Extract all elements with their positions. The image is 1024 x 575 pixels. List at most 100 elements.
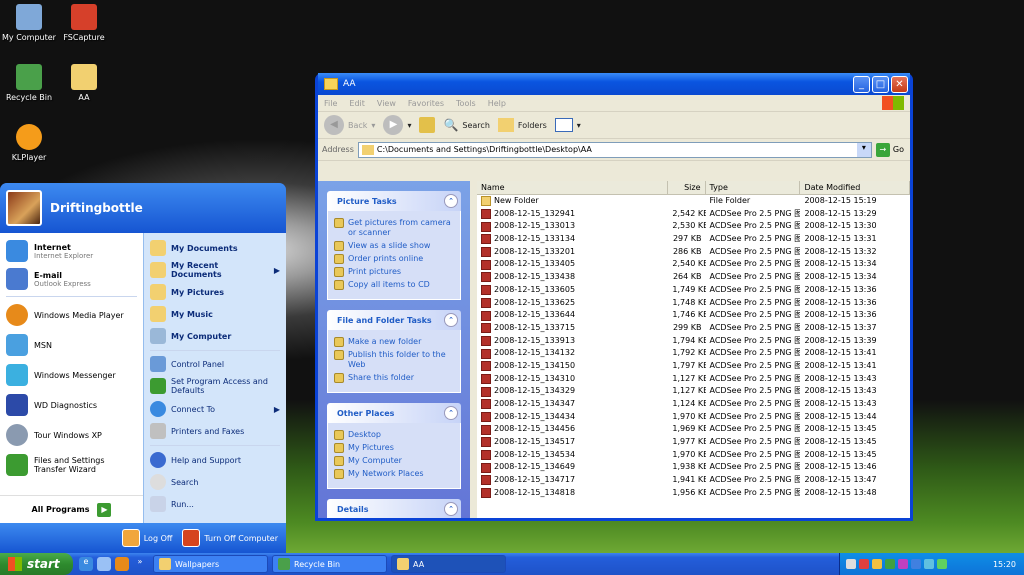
table-row[interactable]: 2008-12-15_134456 1,969 KB ACDSee Pro 2.5 … [477, 423, 910, 436]
tray-antivirus-icon[interactable] [859, 559, 869, 569]
desktop-quicklaunch-icon[interactable] [97, 557, 111, 571]
table-row[interactable]: 2008-12-15_133913 1,794 KB ACDSee Pro 2.5 … [477, 335, 910, 348]
turn-off-button[interactable]: Turn Off Computer [182, 529, 278, 547]
file-name-cell[interactable]: 2008-12-15_134310 [477, 373, 668, 386]
collapse-icon[interactable]: ⌃ [444, 406, 458, 420]
file-name-cell[interactable]: 2008-12-15_134649 [477, 461, 668, 474]
desktop-icon-aa[interactable]: AA [55, 64, 113, 102]
place-my-computer[interactable]: My Computer [334, 456, 454, 466]
tray-network-icon[interactable] [846, 559, 856, 569]
file-name-cell[interactable]: 2008-12-15_134717 [477, 474, 668, 487]
file-name-cell[interactable]: 2008-12-15_132941 [477, 208, 668, 221]
table-row[interactable]: 2008-12-15_134329 1,127 KB ACDSee Pro 2.5 … [477, 385, 910, 398]
tray-update-icon[interactable] [885, 559, 895, 569]
search-button[interactable]: 🔍 Search [443, 118, 489, 132]
address-input[interactable]: C:\Documents and Settings\Driftingbottle… [357, 141, 872, 158]
other-places-header[interactable]: Other Places ⌃ [327, 403, 461, 423]
start-item-transfer-wizard[interactable]: Files and Settings Transfer Wizard [0, 450, 143, 480]
file-name-cell[interactable]: 2008-12-15_133013 [477, 220, 668, 233]
tray-messenger-icon[interactable] [937, 559, 947, 569]
task-aa[interactable]: AA [391, 555, 506, 573]
task-print-pictures[interactable]: Print pictures [334, 267, 454, 277]
start-item-tour[interactable]: Tour Windows XP [0, 420, 143, 450]
clock[interactable]: 15:20 [993, 560, 1024, 569]
up-folder-button[interactable] [419, 117, 436, 133]
column-type[interactable]: Type [706, 181, 801, 194]
picture-tasks-header[interactable]: Picture Tasks ⌃ [327, 191, 461, 211]
tray-app-icon[interactable] [898, 559, 908, 569]
file-name-cell[interactable]: 2008-12-15_133134 [477, 233, 668, 246]
table-row[interactable]: 2008-12-15_134649 1,938 KB ACDSee Pro 2.5 … [477, 461, 910, 474]
file-name-cell[interactable]: 2008-12-15_134818 [477, 487, 668, 500]
task-share-folder[interactable]: Share this folder [334, 373, 454, 383]
desktop-icon-recycle-bin[interactable]: Recycle Bin [0, 64, 58, 102]
file-name-cell[interactable]: 2008-12-15_134517 [477, 436, 668, 449]
table-row[interactable]: 2008-12-15_133134 297 KB ACDSee Pro 2.5 PN… [477, 233, 910, 246]
media-quicklaunch-icon[interactable] [115, 557, 129, 571]
file-name-cell[interactable]: New Folder [477, 195, 668, 208]
file-name-cell[interactable]: 2008-12-15_133625 [477, 297, 668, 310]
start-button[interactable]: start [0, 553, 73, 575]
log-off-button[interactable]: Log Off [121, 529, 172, 547]
task-recycle-bin[interactable]: Recycle Bin [272, 555, 387, 573]
table-row[interactable]: 2008-12-15_134434 1,970 KB ACDSee Pro 2.5 … [477, 411, 910, 424]
file-name-cell[interactable]: 2008-12-15_134434 [477, 411, 668, 424]
table-row[interactable]: 2008-12-15_134534 1,970 KB ACDSee Pro 2.5 … [477, 449, 910, 462]
task-order-prints[interactable]: Order prints online [334, 254, 454, 264]
quicklaunch-chevron-icon[interactable]: » [133, 557, 147, 571]
menu-help[interactable]: Help [488, 99, 506, 108]
views-button[interactable]: ▾ [554, 118, 581, 132]
collapse-icon[interactable]: ⌃ [444, 194, 458, 208]
place-my-computer[interactable]: My Computer [144, 325, 286, 347]
back-button[interactable]: ◀ Back ▾ [324, 115, 375, 135]
search-item[interactable]: Search [144, 471, 286, 493]
maximize-button[interactable]: □ [872, 75, 889, 93]
table-row[interactable]: New Folder File Folder 2008-12-15 15:19 [477, 195, 910, 208]
menu-edit[interactable]: Edit [349, 99, 365, 108]
file-name-cell[interactable]: 2008-12-15_134132 [477, 347, 668, 360]
file-name-cell[interactable]: 2008-12-15_133913 [477, 335, 668, 348]
column-date[interactable]: Date Modified [800, 181, 910, 194]
file-name-cell[interactable]: 2008-12-15_133644 [477, 309, 668, 322]
desktop-icon-fscapture[interactable]: FSCapture [55, 4, 113, 42]
connect-to-item[interactable]: Connect To ▶ [144, 398, 286, 420]
table-row[interactable]: 2008-12-15_134310 1,127 KB ACDSee Pro 2.5 … [477, 373, 910, 386]
place-desktop[interactable]: Desktop [334, 430, 454, 440]
file-folder-tasks-header[interactable]: File and Folder Tasks ⌃ [327, 310, 461, 330]
task-wallpapers[interactable]: Wallpapers [153, 555, 268, 573]
ie-quicklaunch-icon[interactable]: e [79, 557, 93, 571]
address-dropdown-icon[interactable]: ▾ [856, 142, 871, 157]
start-item-internet[interactable]: Internet Internet Explorer [0, 237, 143, 265]
menu-favorites[interactable]: Favorites [408, 99, 444, 108]
table-row[interactable]: 2008-12-15_133625 1,748 KB ACDSee Pro 2.5 … [477, 297, 910, 310]
tray-app-icon[interactable] [872, 559, 882, 569]
file-name-cell[interactable]: 2008-12-15_134329 [477, 385, 668, 398]
menu-tools[interactable]: Tools [456, 99, 476, 108]
table-row[interactable]: 2008-12-15_133438 264 KB ACDSee Pro 2.5 PN… [477, 271, 910, 284]
column-name[interactable]: Name [477, 181, 669, 194]
table-row[interactable]: 2008-12-15_133644 1,746 KB ACDSee Pro 2.5 … [477, 309, 910, 322]
task-copy-to-cd[interactable]: Copy all items to CD [334, 280, 454, 290]
run-item[interactable]: Run... [144, 493, 286, 515]
folders-button[interactable]: Folders [497, 118, 547, 132]
window-titlebar[interactable]: AA _ □ ✕ [318, 73, 910, 95]
file-name-cell[interactable]: 2008-12-15_133201 [477, 246, 668, 259]
file-name-cell[interactable]: 2008-12-15_134456 [477, 423, 668, 436]
control-panel-item[interactable]: Control Panel [144, 354, 286, 374]
start-item-email[interactable]: E-mail Outlook Express [0, 265, 143, 293]
tray-app-icon[interactable] [911, 559, 921, 569]
table-row[interactable]: 2008-12-15_133715 299 KB ACDSee Pro 2.5 PN… [477, 322, 910, 335]
forward-button[interactable]: ▶ ▾ [383, 115, 411, 135]
file-name-cell[interactable]: 2008-12-15_134534 [477, 449, 668, 462]
place-my-music[interactable]: My Music [144, 303, 286, 325]
printers-item[interactable]: Printers and Faxes [144, 420, 286, 442]
file-name-cell[interactable]: 2008-12-15_134150 [477, 360, 668, 373]
start-item-wd-diagnostics[interactable]: WD Diagnostics [0, 390, 143, 420]
table-row[interactable]: 2008-12-15_133201 286 KB ACDSee Pro 2.5 PN… [477, 246, 910, 259]
close-button[interactable]: ✕ [891, 75, 908, 93]
table-row[interactable]: 2008-12-15_134818 1,956 KB ACDSee Pro 2.5 … [477, 487, 910, 500]
go-button[interactable]: → Go [872, 142, 910, 157]
table-row[interactable]: 2008-12-15_134347 1,124 KB ACDSee Pro 2.5 … [477, 398, 910, 411]
start-item-messenger[interactable]: Windows Messenger [0, 360, 143, 390]
table-row[interactable]: 2008-12-15_133405 2,540 KB ACDSee Pro 2.5 … [477, 258, 910, 271]
